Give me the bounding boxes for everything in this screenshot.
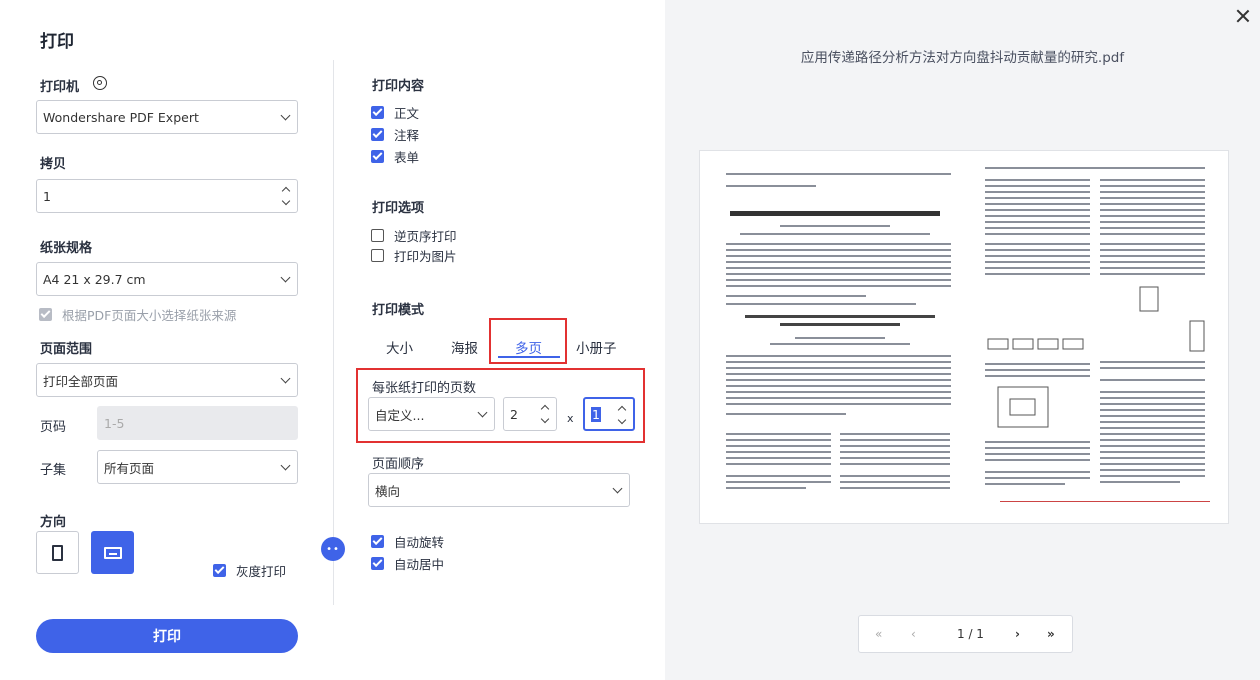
copies-value: 1 — [43, 188, 51, 204]
prev-page-button[interactable]: ‹ — [911, 627, 916, 641]
checkbox-checked-icon — [371, 557, 384, 570]
portrait-icon — [52, 544, 63, 561]
chevron-down-icon — [612, 483, 623, 494]
content-annotations-label: 注释 — [394, 128, 420, 143]
copies-label: 拷贝 — [40, 157, 67, 172]
preview-page-thumbnails — [726, 167, 1210, 502]
landscape-button[interactable] — [91, 531, 134, 574]
rows-value: 1 — [591, 406, 601, 422]
columns-stepper[interactable]: 2 — [503, 397, 557, 431]
paper-size-select[interactable]: A4 21 x 29.7 cm — [36, 262, 298, 296]
fit-paper-checkbox[interactable]: 根据PDF页面大小选择纸张来源 — [39, 305, 236, 324]
columns-value: 2 — [510, 406, 518, 422]
copies-stepper[interactable]: 1 — [36, 179, 298, 213]
tab-size[interactable]: 大小 — [386, 337, 413, 357]
preview-sheet — [699, 150, 1229, 524]
chevron-down-icon — [280, 110, 291, 121]
collapse-panel-icon[interactable]: •• — [321, 537, 345, 561]
orientation-label: 方向 — [40, 515, 67, 530]
print-mode-label: 打印模式 — [372, 303, 425, 318]
auto-rotate-label: 自动旋转 — [394, 535, 445, 550]
dialog-title: 打印 — [40, 32, 74, 52]
pages-value: 1-5 — [104, 415, 125, 431]
printer-select[interactable]: Wondershare PDF Expert — [36, 100, 298, 134]
page-order-select[interactable]: 横向 — [368, 473, 630, 507]
tab-booklet[interactable]: 小册子 — [576, 337, 617, 357]
chevron-down-icon — [280, 460, 291, 471]
checkbox-checked-icon — [371, 150, 384, 163]
stepper-arrows-icon[interactable] — [281, 184, 291, 210]
stepper-arrows-icon[interactable] — [540, 402, 550, 428]
times-sign: x — [567, 412, 574, 425]
subset-value: 所有页面 — [104, 460, 155, 476]
pages-per-sheet-select[interactable]: 自定义... — [368, 397, 495, 431]
close-icon[interactable] — [1235, 8, 1251, 24]
chevron-down-icon — [280, 373, 291, 384]
settings-panel: 打印 打印机 Wondershare PDF Expert 拷贝 1 纸张规格 … — [0, 0, 665, 680]
page-navigator: « ‹ 1 / 1 › » — [858, 615, 1073, 653]
chevron-down-icon — [477, 407, 488, 418]
tab-poster[interactable]: 海报 — [451, 337, 478, 357]
content-text-checkbox[interactable]: 正文 — [371, 103, 419, 122]
reverse-order-label: 逆页序打印 — [394, 229, 457, 244]
page-range-select[interactable]: 打印全部页面 — [36, 363, 298, 397]
rows-stepper[interactable]: 1 — [583, 397, 635, 431]
printer-value: Wondershare PDF Expert — [43, 109, 199, 125]
pages-per-sheet-label: 每张纸打印的页数 — [372, 381, 477, 396]
print-content-label: 打印内容 — [372, 79, 425, 94]
first-page-button[interactable]: « — [875, 627, 882, 641]
content-text-label: 正文 — [394, 106, 420, 121]
content-forms-label: 表单 — [394, 150, 420, 165]
landscape-icon — [103, 546, 122, 559]
print-options-label: 打印选项 — [372, 201, 425, 216]
stepper-arrows-icon[interactable] — [617, 403, 627, 429]
last-page-button[interactable]: » — [1047, 627, 1055, 641]
checkbox-unchecked-icon — [371, 249, 384, 262]
checkbox-checked-icon — [371, 535, 384, 548]
auto-rotate-checkbox[interactable]: 自动旋转 — [371, 532, 444, 551]
highlight-box-tab — [489, 318, 567, 364]
checkbox-checked-icon — [213, 564, 226, 577]
print-button[interactable]: 打印 — [36, 619, 298, 653]
auto-center-checkbox[interactable]: 自动居中 — [371, 554, 444, 573]
checkbox-checked-icon — [371, 106, 384, 119]
next-page-button[interactable]: › — [1015, 627, 1020, 641]
pages-input[interactable]: 1-5 — [97, 406, 298, 440]
printer-settings-icon[interactable] — [93, 76, 107, 90]
checkbox-unchecked-icon — [371, 229, 384, 242]
paper-size-label: 纸张规格 — [40, 241, 93, 256]
chevron-down-icon — [280, 272, 291, 283]
panel-divider — [333, 60, 334, 605]
print-as-image-label: 打印为图片 — [394, 249, 457, 264]
checkbox-checked-icon — [371, 128, 384, 141]
content-annotations-checkbox[interactable]: 注释 — [371, 125, 419, 144]
page-range-label: 页面范围 — [40, 342, 93, 357]
auto-center-label: 自动居中 — [394, 557, 445, 572]
page-indicator: 1 / 1 — [957, 627, 984, 641]
content-forms-checkbox[interactable]: 表单 — [371, 147, 419, 166]
grayscale-label: 灰度打印 — [236, 564, 287, 579]
portrait-button[interactable] — [36, 531, 79, 574]
fit-paper-label: 根据PDF页面大小选择纸张来源 — [62, 308, 237, 323]
reverse-order-checkbox[interactable]: 逆页序打印 — [371, 226, 457, 245]
pages-label: 页码 — [40, 420, 67, 435]
page-range-value: 打印全部页面 — [43, 373, 119, 389]
preview-filename: 应用传递路径分析方法对方向盘抖动贡献量的研究.pdf — [800, 50, 1125, 66]
checkbox-checked-icon — [39, 308, 52, 321]
subset-select[interactable]: 所有页面 — [97, 450, 298, 484]
subset-label: 子集 — [40, 463, 67, 478]
page-order-value: 横向 — [375, 483, 401, 499]
pages-per-sheet-value: 自定义... — [375, 407, 425, 423]
paper-size-value: A4 21 x 29.7 cm — [43, 271, 146, 287]
print-as-image-checkbox[interactable]: 打印为图片 — [371, 246, 457, 265]
page-order-label: 页面顺序 — [372, 457, 425, 472]
printer-label: 打印机 — [40, 80, 80, 95]
grayscale-checkbox[interactable]: 灰度打印 — [213, 561, 286, 580]
